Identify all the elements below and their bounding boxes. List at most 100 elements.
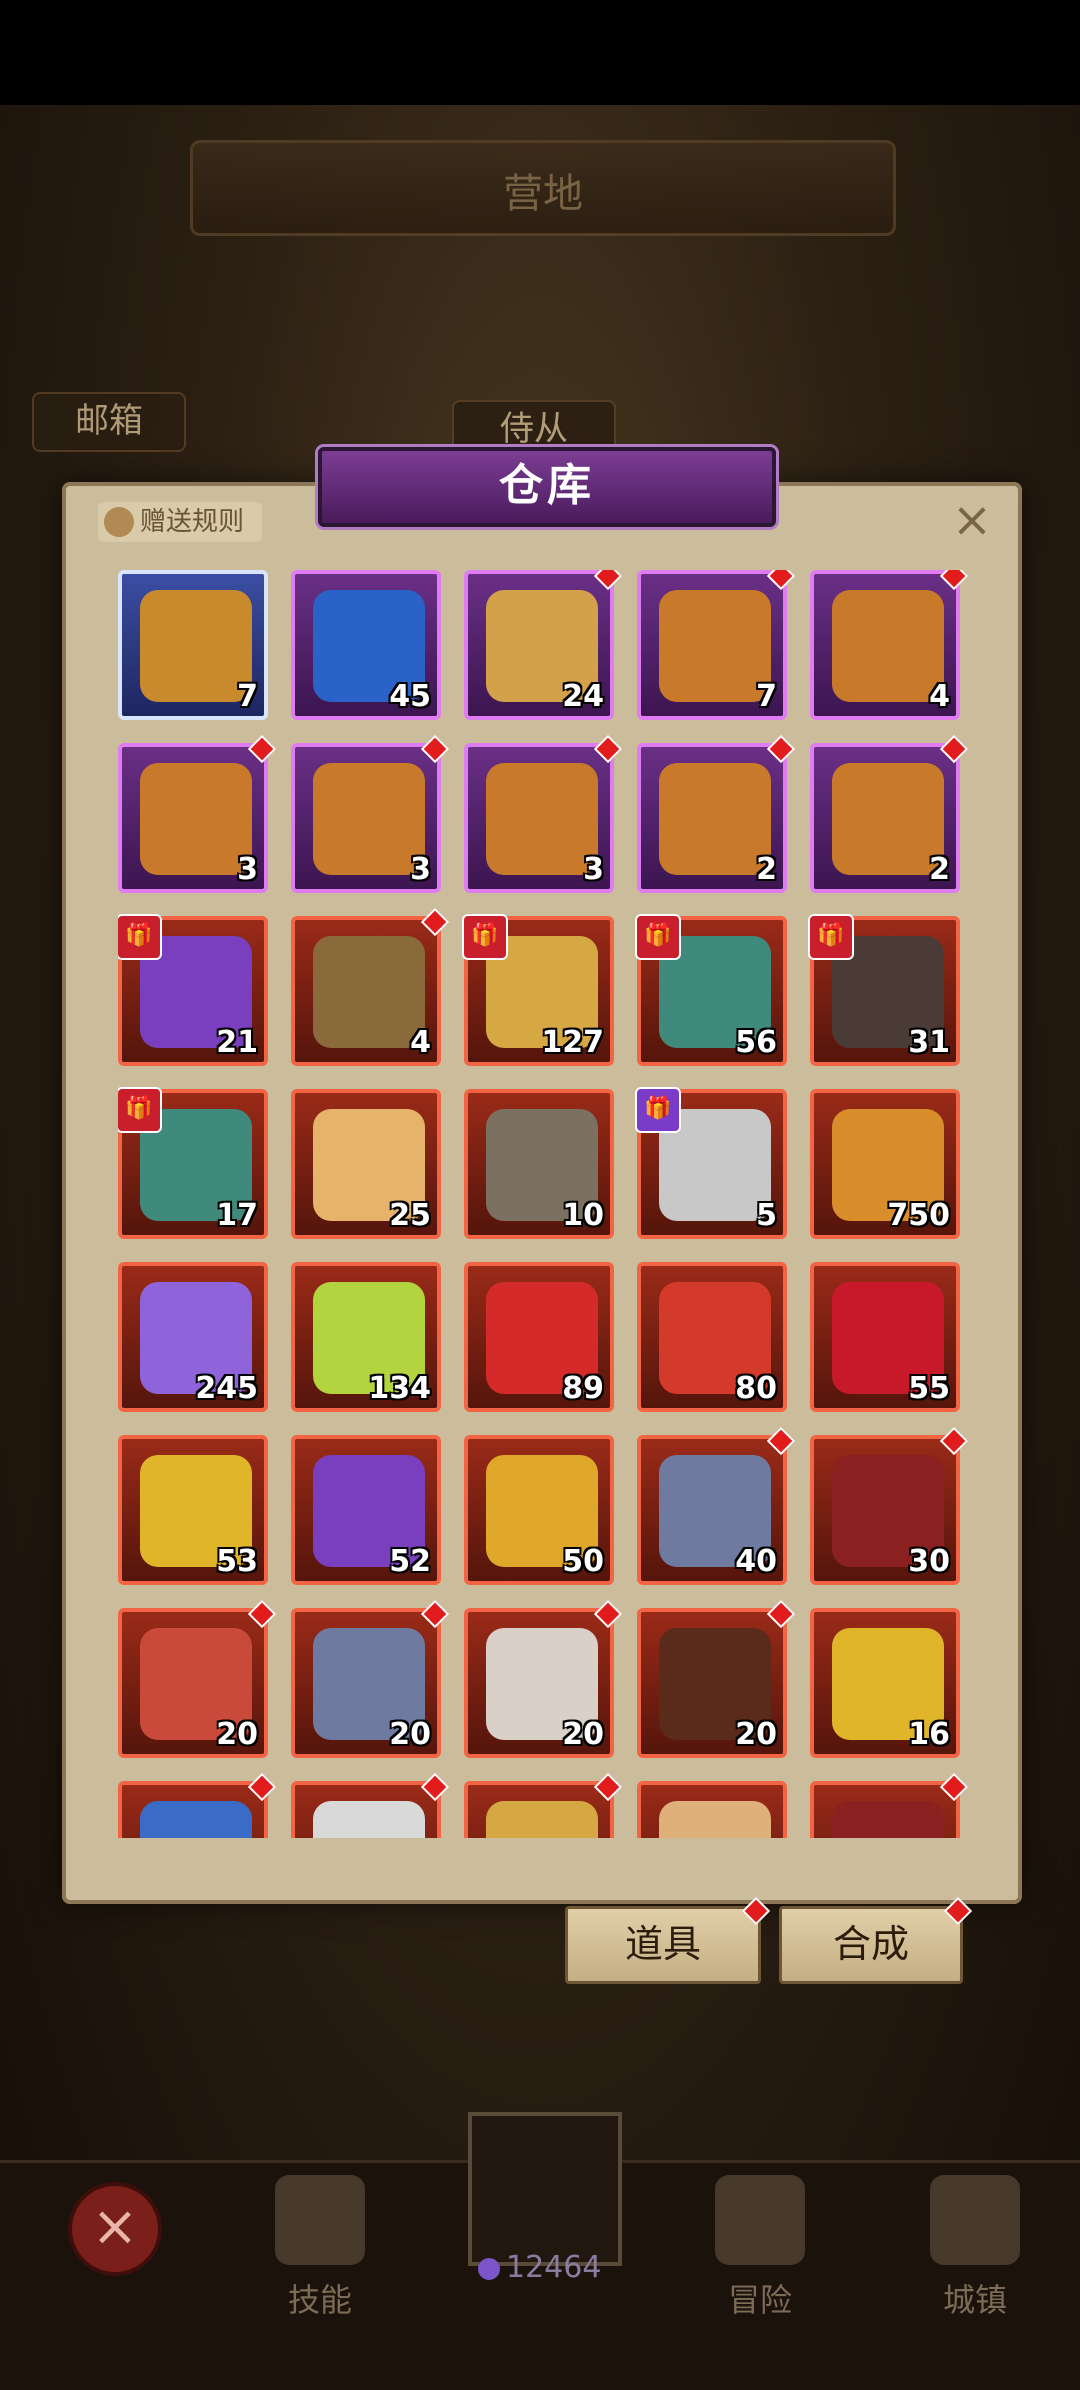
inventory-item[interactable]: 750: [810, 1089, 960, 1239]
inventory-item[interactable]: 89: [464, 1262, 614, 1412]
item-count: 80: [735, 1371, 777, 1406]
item-count: 3: [410, 852, 431, 887]
town-icon: [930, 2175, 1020, 2265]
inventory-item[interactable]: 24: [464, 570, 623, 720]
item-count: 24: [562, 679, 604, 714]
warehouse-title: 仓库: [499, 460, 595, 511]
inventory-item[interactable]: 25: [291, 1089, 441, 1239]
status-bar: [0, 0, 1080, 105]
inventory-item[interactable]: [118, 1772, 277, 1838]
inventory-item[interactable]: [637, 1781, 787, 1838]
notification-dot: [766, 1426, 796, 1456]
nav-skills[interactable]: 技能: [235, 2160, 405, 2360]
notification-dot: [247, 734, 277, 764]
inventory-item[interactable]: 7: [637, 570, 796, 720]
item-count: 30: [908, 1544, 950, 1579]
close-x-button[interactable]: ×: [68, 2182, 162, 2276]
skills-icon: [275, 2175, 365, 2265]
item-count: 40: [735, 1544, 777, 1579]
item-count: 20: [735, 1717, 777, 1752]
inventory-item[interactable]: 20: [464, 1599, 623, 1758]
notification-dot: [593, 734, 623, 764]
item-art: [832, 590, 944, 702]
inventory-item[interactable]: 🎁 17: [118, 1087, 268, 1239]
tab-synth[interactable]: 合成: [779, 1896, 973, 1984]
inventory-item[interactable]: 2: [637, 734, 796, 893]
inventory-item[interactable]: [464, 1772, 623, 1838]
item-art: [832, 1801, 944, 1838]
item-art: [486, 1801, 598, 1838]
inventory-item[interactable]: 2: [810, 734, 969, 893]
inventory-item[interactable]: 7: [118, 570, 268, 720]
inventory-item[interactable]: 16: [810, 1608, 960, 1758]
inventory-item[interactable]: 20: [291, 1599, 450, 1758]
inventory-item[interactable]: 80: [637, 1262, 787, 1412]
tab-synth-label: 合成: [832, 1922, 909, 1966]
gift-rules-button[interactable]: 赠送规则: [98, 502, 262, 542]
item-art: [140, 590, 252, 702]
item-grid: 7 45 24 7 4 3 3 3 2 2 🎁 21 4 🎁 127 🎁 56 🎁 31 🎁 17 25 10 🎁 5 750 24…: [118, 570, 978, 1838]
notification-dot: [593, 1772, 623, 1802]
inventory-item[interactable]: 45: [291, 570, 441, 720]
inventory-item[interactable]: 4: [810, 570, 969, 720]
gift-icon: 🎁: [635, 1087, 681, 1133]
item-count: 50: [562, 1544, 604, 1579]
close-icon[interactable]: ×: [950, 496, 994, 544]
gem-count: 12464: [506, 2250, 602, 2285]
center-portal-button[interactable]: [468, 2112, 622, 2266]
inventory-item[interactable]: 134: [291, 1262, 441, 1412]
item-count: 21: [216, 1025, 258, 1060]
warehouse-title-banner: 仓库: [318, 447, 776, 527]
mailbox-button[interactable]: 邮箱: [32, 392, 186, 452]
nav-adventure[interactable]: 冒险: [675, 2160, 845, 2360]
notification-dot: [420, 1772, 450, 1802]
nav-town-label: 城镇: [942, 2281, 1007, 2319]
item-count: 3: [237, 852, 258, 887]
inventory-item[interactable]: 53: [118, 1435, 268, 1585]
adventure-icon: [715, 2175, 805, 2265]
notification-dot: [939, 1772, 969, 1802]
inventory-item[interactable]: 🎁 127: [462, 914, 614, 1066]
item-art: [486, 763, 598, 875]
item-count: 10: [562, 1198, 604, 1233]
inventory-item[interactable]: 3: [464, 734, 623, 893]
inventory-item[interactable]: 50: [464, 1435, 614, 1585]
inventory-item[interactable]: 3: [291, 734, 450, 893]
inventory-item[interactable]: 20: [118, 1599, 277, 1758]
inventory-item[interactable]: 30: [810, 1426, 969, 1585]
item-count: 20: [562, 1717, 604, 1752]
item-art: [832, 763, 944, 875]
inventory-item[interactable]: 🎁 56: [635, 914, 787, 1066]
inventory-item[interactable]: 10: [464, 1089, 614, 1239]
notification-dot: [939, 1426, 969, 1456]
inventory-item[interactable]: 20: [637, 1599, 796, 1758]
item-count: 89: [562, 1371, 604, 1406]
notification-dot: [420, 1599, 450, 1629]
notification-dot: [766, 734, 796, 764]
inventory-item[interactable]: 🎁 5: [635, 1087, 787, 1239]
item-count: 7: [756, 679, 777, 714]
inventory-item[interactable]: 40: [637, 1426, 796, 1585]
item-art: [140, 1801, 252, 1838]
tab-props[interactable]: 道具: [565, 1896, 771, 1984]
notification-dot: [247, 1599, 277, 1629]
inventory-item[interactable]: 🎁 21: [118, 914, 268, 1066]
item-count: 55: [908, 1371, 950, 1406]
gem-icon: [478, 2257, 500, 2280]
inventory-item[interactable]: [810, 1772, 969, 1838]
inventory-item[interactable]: [291, 1772, 450, 1838]
inventory-item[interactable]: 52: [291, 1435, 441, 1585]
inventory-item[interactable]: 4: [291, 907, 450, 1066]
inventory-item[interactable]: 🎁 31: [808, 914, 960, 1066]
inventory-item[interactable]: 3: [118, 734, 277, 893]
nav-town[interactable]: 城镇: [890, 2160, 1060, 2360]
gem-counter: 12464: [478, 2250, 601, 2285]
gift-icon: 🎁: [635, 914, 681, 960]
item-art: [313, 1801, 425, 1838]
inventory-item[interactable]: 245: [118, 1262, 268, 1412]
item-count: 5: [756, 1198, 777, 1233]
item-art: [659, 1801, 771, 1838]
notification-dot: [939, 570, 969, 591]
tab-props-label: 道具: [624, 1922, 701, 1966]
inventory-item[interactable]: 55: [810, 1262, 960, 1412]
